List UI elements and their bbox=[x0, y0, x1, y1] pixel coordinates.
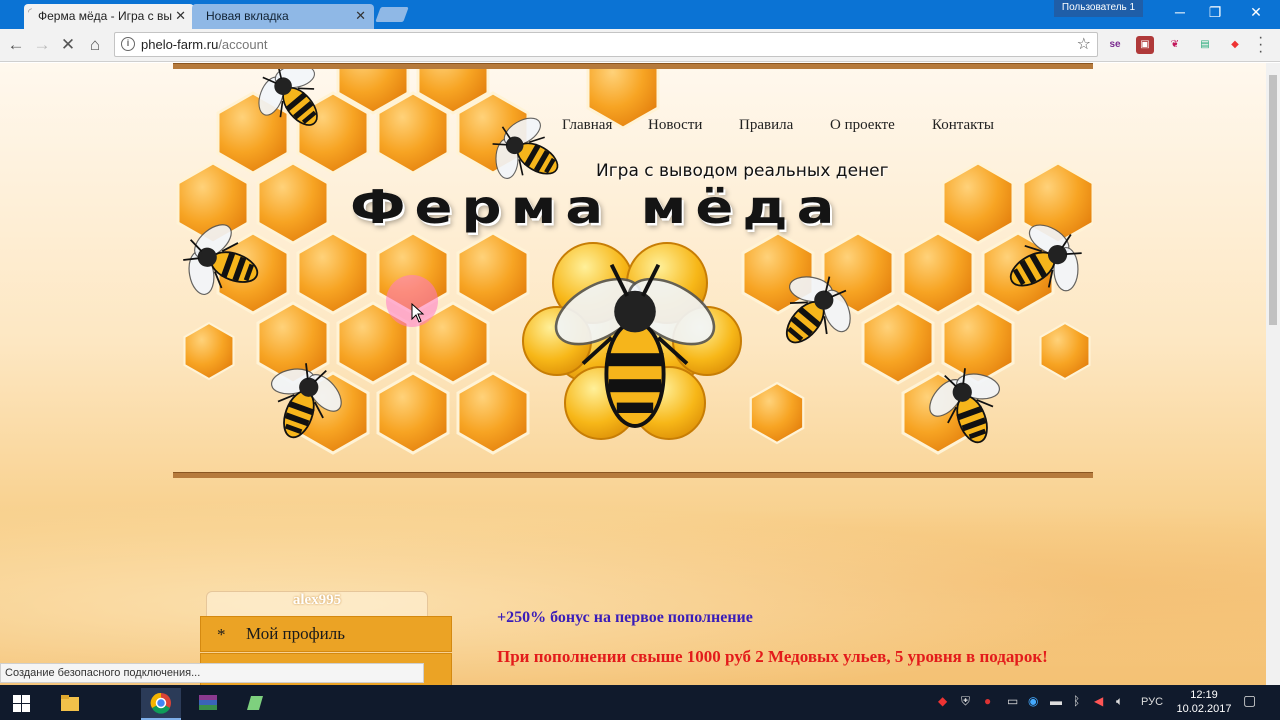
extension-icon[interactable]: ◆ bbox=[1226, 36, 1244, 54]
sidebar-item-profile[interactable]: * Мой профиль bbox=[200, 616, 452, 652]
site-info-icon[interactable]: i bbox=[121, 37, 135, 51]
battery-tray-icon[interactable]: ▬ bbox=[1050, 694, 1062, 708]
chrome-taskbar-icon[interactable] bbox=[141, 688, 181, 720]
gift-promo: При пополнении свыше 1000 руб 2 Медовых … bbox=[497, 647, 1048, 666]
wood-bar-top bbox=[173, 63, 1093, 69]
loading-icon: ◜ bbox=[28, 7, 32, 18]
bonus-promo: +250% бонус на первое пополнение bbox=[497, 609, 753, 626]
nav-home[interactable]: Главная bbox=[562, 117, 612, 134]
clock-time: 12:19 bbox=[1190, 689, 1218, 701]
extension-icon[interactable]: se bbox=[1106, 36, 1124, 54]
tab-new-tab[interactable]: Новая вкладка ✕ bbox=[192, 4, 374, 29]
sidebar-item-label: Мой профиль bbox=[246, 624, 345, 643]
back-icon[interactable]: ← bbox=[4, 33, 28, 57]
shield-tray-icon[interactable]: ⛨ bbox=[961, 694, 970, 709]
extension-icon[interactable]: ❦ bbox=[1166, 36, 1184, 54]
bullet-icon: * bbox=[217, 625, 226, 644]
page-viewport: Главная Новости Правила О проекте Контак… bbox=[0, 63, 1266, 685]
scrollbar-thumb[interactable] bbox=[1269, 75, 1277, 325]
app-tray-icon[interactable]: ◉ bbox=[1028, 694, 1038, 708]
nav-about[interactable]: О проекте bbox=[830, 117, 895, 134]
windows-start-icon[interactable] bbox=[13, 695, 30, 712]
close-tab-icon[interactable]: ✕ bbox=[175, 8, 186, 24]
nav-contacts[interactable]: Контакты bbox=[932, 117, 994, 134]
bookmark-star-icon[interactable]: ☆ bbox=[1077, 34, 1091, 54]
page-scrollbar[interactable] bbox=[1266, 63, 1280, 685]
tab-label: Ферма мёда - Игра с вы bbox=[38, 9, 173, 23]
mouse-pointer-icon bbox=[411, 303, 425, 323]
site-slogan: Игра с выводом реальных денег bbox=[596, 161, 889, 181]
flag-tray-icon[interactable]: ◀ bbox=[1094, 694, 1103, 708]
printer-tray-icon[interactable]: ▭ bbox=[1007, 694, 1018, 708]
tab-honey-farm[interactable]: ◜ Ферма мёда - Игра с вы ✕ bbox=[24, 4, 194, 29]
browser-status-bar: Создание безопасного подключения... bbox=[0, 663, 424, 683]
new-tab-button[interactable] bbox=[375, 7, 409, 22]
notifications-icon[interactable]: ▢ bbox=[1243, 692, 1256, 709]
maximize-icon[interactable]: ❐ bbox=[1195, 4, 1235, 21]
nav-news[interactable]: Новости bbox=[648, 117, 702, 134]
input-language[interactable]: РУС bbox=[1141, 696, 1163, 708]
site-logo[interactable]: Ферма мёда bbox=[350, 181, 843, 234]
volume-icon[interactable]: 🔈︎ bbox=[1116, 694, 1123, 709]
tab-label: Новая вкладка bbox=[206, 9, 289, 23]
taskbar-clock[interactable]: 12:19 10.02.2017 bbox=[1172, 688, 1236, 716]
nav-rules[interactable]: Правила bbox=[739, 117, 793, 134]
extension-icon[interactable]: ▣ bbox=[1136, 36, 1154, 54]
browser-menu-icon[interactable]: · · · bbox=[1258, 30, 1263, 60]
sidebar-username: alex995 bbox=[206, 591, 428, 619]
browser-toolbar: ← → ✕ ⌂ i phelo-farm.ru/account ☆ se ▣ ❦… bbox=[0, 29, 1280, 62]
close-window-icon[interactable]: ✕ bbox=[1236, 4, 1276, 21]
winrar-icon[interactable] bbox=[188, 688, 228, 720]
extension-icon[interactable]: ▤ bbox=[1196, 36, 1214, 54]
bluetooth-icon[interactable]: ᛒ bbox=[1073, 694, 1080, 708]
profile-badge[interactable]: Пользователь 1 bbox=[1054, 0, 1143, 17]
browser-titlebar: ◜ Ферма мёда - Игра с вы ✕ Новая вкладка… bbox=[0, 0, 1280, 29]
windows-taskbar: ◆ ⛨ ● ▭ ◉ ▬ ᛒ ◀ 🔈︎ РУС 12:19 10.02.2017 … bbox=[0, 685, 1280, 720]
wood-bar-bottom bbox=[173, 472, 1093, 478]
close-tab-icon[interactable]: ✕ bbox=[355, 8, 366, 24]
app-tray-icon[interactable]: ● bbox=[984, 694, 991, 708]
home-icon[interactable]: ⌂ bbox=[83, 33, 107, 57]
stop-icon[interactable]: ✕ bbox=[56, 33, 80, 57]
address-bar[interactable]: i phelo-farm.ru/account ☆ bbox=[114, 32, 1098, 57]
clock-date: 10.02.2017 bbox=[1176, 703, 1232, 715]
forward-icon[interactable]: → bbox=[30, 33, 54, 57]
notepad-icon[interactable] bbox=[235, 688, 275, 720]
minimize-icon[interactable]: ─ bbox=[1160, 4, 1200, 20]
url-text: phelo-farm.ru/account bbox=[141, 37, 268, 52]
antivirus-tray-icon[interactable]: ◆ bbox=[938, 694, 947, 708]
file-explorer-icon[interactable] bbox=[50, 688, 90, 720]
